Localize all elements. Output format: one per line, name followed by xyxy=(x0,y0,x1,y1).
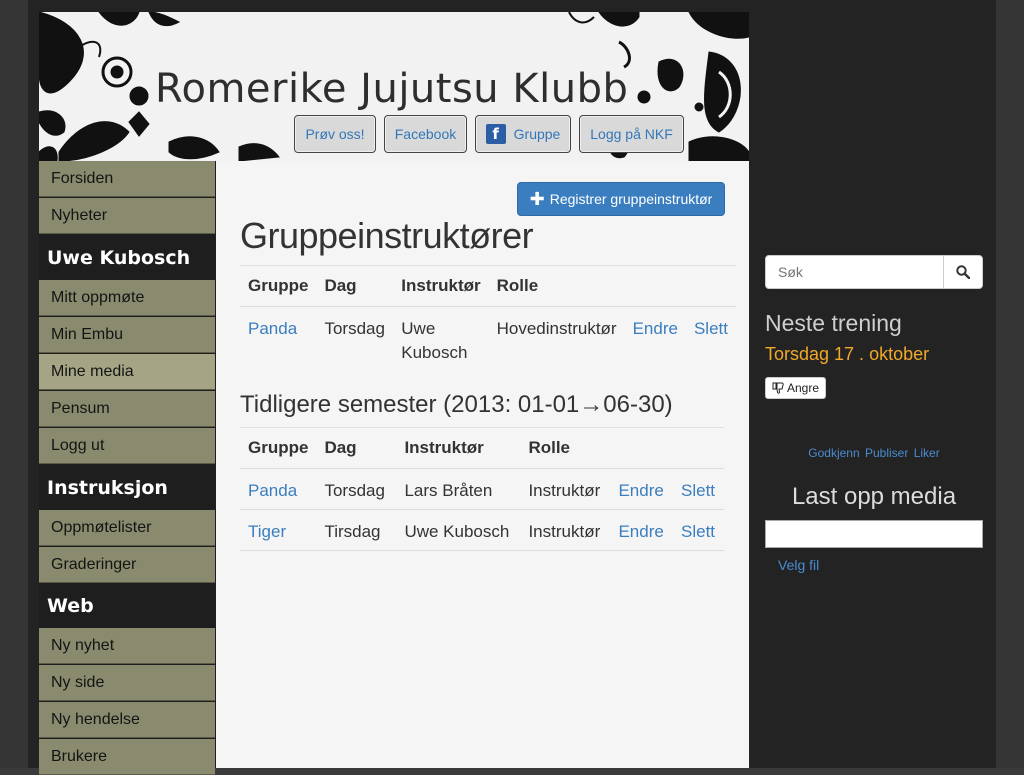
sidebar-item-brukere[interactable]: Brukere xyxy=(39,739,215,775)
try-us-label: Prøv oss! xyxy=(305,126,365,142)
sidebar-item-ny-nyhet[interactable]: Ny nyhet xyxy=(39,628,215,664)
facebook-button[interactable]: Facebook xyxy=(384,115,467,153)
search-form xyxy=(765,255,983,289)
role-cell: Instruktør xyxy=(520,509,611,551)
column-header-instruktor: Instruktør xyxy=(393,265,489,307)
table-row: Panda Torsdag Uwe Kubosch Hovedinstruktø… xyxy=(240,306,736,371)
group-link[interactable]: Tiger xyxy=(248,522,286,541)
role-cell: Hovedinstruktør xyxy=(488,306,625,371)
sidebar-item-forsiden[interactable]: Forsiden xyxy=(39,161,215,197)
group-link[interactable]: Panda xyxy=(248,319,297,338)
choose-file-button[interactable]: Velg fil xyxy=(778,557,819,573)
column-header-delete xyxy=(685,265,736,307)
column-header-gruppe: Gruppe xyxy=(240,427,317,469)
register-instructor-label: Registrer gruppeinstruktør xyxy=(549,191,713,207)
page-background-left xyxy=(0,0,28,768)
search-icon xyxy=(956,265,970,279)
publish-link[interactable]: Publiser xyxy=(865,446,908,460)
main-content: ✚ Registrer gruppeinstruktør Gruppeinstr… xyxy=(216,161,749,768)
column-header-rolle: Rolle xyxy=(488,265,625,307)
plus-icon: ✚ xyxy=(529,189,545,209)
try-us-button[interactable]: Prøv oss! xyxy=(294,115,376,153)
approve-link[interactable]: Godkjenn xyxy=(808,446,859,460)
site-header: Romerike Jujutsu Klubb Prøv oss! Faceboo… xyxy=(39,12,749,161)
role-cell: Instruktør xyxy=(520,468,611,510)
current-instructors-table: Gruppe Dag Instruktør Rolle Panda Torsda… xyxy=(240,265,736,371)
column-header-rolle: Rolle xyxy=(520,427,611,469)
instructor-cell: Lars Bråten xyxy=(396,468,521,510)
column-header-edit xyxy=(610,427,673,469)
day-cell: Torsdag xyxy=(316,306,394,371)
previous-semester-title: Tidligere semester (2013: 01-01→06-30) xyxy=(240,391,673,418)
search-input[interactable] xyxy=(765,255,944,289)
sidebar-heading-instruksjon[interactable]: Instruksjon xyxy=(39,466,215,510)
table-row: Tiger Tirsdag Uwe Kubosch Instruktør End… xyxy=(240,509,724,551)
instructor-cell: Uwe Kubosch xyxy=(396,509,521,551)
sidebar-heading-user[interactable]: Uwe Kubosch xyxy=(39,236,215,280)
upload-media-title: Last opp media xyxy=(791,483,957,510)
nkf-login-button[interactable]: Logg på NKF xyxy=(579,115,684,153)
sidebar-item-oppmotelister[interactable]: Oppmøtelister xyxy=(39,510,215,546)
day-cell: Torsdag xyxy=(316,468,397,510)
search-button[interactable] xyxy=(943,255,983,289)
column-header-gruppe: Gruppe xyxy=(240,265,317,307)
sidebar-item-min-embu[interactable]: Min Embu xyxy=(39,317,215,353)
facebook-group-button[interactable]: f Gruppe xyxy=(475,115,571,153)
sidebar-item-mine-media[interactable]: Mine media xyxy=(39,354,215,390)
undo-button[interactable]: Angre xyxy=(765,377,827,399)
table-row: Panda Torsdag Lars Bråten Instruktør End… xyxy=(240,468,724,510)
sidebar-item-mitt-oppmote[interactable]: Mitt oppmøte xyxy=(39,280,215,316)
sidebar-nav: Forsiden Nyheter Uwe Kubosch Mitt oppmøt… xyxy=(39,161,216,775)
undo-label: Angre xyxy=(787,381,820,395)
day-cell: Tirsdag xyxy=(316,509,397,551)
delete-link[interactable]: Slett xyxy=(681,481,715,500)
approval-links: Godkjenn Publiser Liker xyxy=(765,446,983,460)
edit-link[interactable]: Endre xyxy=(618,481,663,500)
like-link[interactable]: Liker xyxy=(914,446,940,460)
previous-instructors-table: Gruppe Dag Instruktør Rolle Panda Torsda… xyxy=(240,427,724,551)
nkf-login-label: Logg på NKF xyxy=(590,126,673,142)
delete-link[interactable]: Slett xyxy=(694,319,728,338)
column-header-edit xyxy=(624,265,686,307)
page-background-right xyxy=(996,0,1024,768)
sidebar-item-nyheter[interactable]: Nyheter xyxy=(39,198,215,234)
table-header-row: Gruppe Dag Instruktør Rolle xyxy=(240,265,736,307)
edit-link[interactable]: Endre xyxy=(633,319,678,338)
sidebar-item-ny-hendelse[interactable]: Ny hendelse xyxy=(39,702,215,738)
delete-link[interactable]: Slett xyxy=(681,522,715,541)
next-training-title: Neste trening xyxy=(765,310,902,336)
column-header-dag: Dag xyxy=(316,265,394,307)
sidebar-heading-web[interactable]: Web xyxy=(39,584,215,628)
facebook-label: Facebook xyxy=(394,126,457,142)
group-link[interactable]: Panda xyxy=(248,481,297,500)
register-instructor-button[interactable]: ✚ Registrer gruppeinstruktør xyxy=(517,182,725,216)
facebook-group-label: Gruppe xyxy=(513,126,561,142)
column-header-dag: Dag xyxy=(316,427,397,469)
column-header-delete xyxy=(673,427,724,469)
sidebar-item-logg-ut[interactable]: Logg ut xyxy=(39,428,215,464)
facebook-icon: f xyxy=(485,124,506,144)
column-header-instruktor: Instruktør xyxy=(396,427,521,469)
thumbs-down-icon xyxy=(772,382,784,394)
sidebar-item-ny-side[interactable]: Ny side xyxy=(39,665,215,701)
edit-link[interactable]: Endre xyxy=(618,522,663,541)
next-training-date[interactable]: Torsdag 17 . oktober xyxy=(765,344,929,365)
instructor-cell: Uwe Kubosch xyxy=(393,306,489,371)
site-title: Romerike Jujutsu Klubb xyxy=(155,66,629,112)
page-title: Gruppeinstruktører xyxy=(240,215,534,256)
sidebar-item-graderinger[interactable]: Graderinger xyxy=(39,547,215,583)
sidebar-item-pensum[interactable]: Pensum xyxy=(39,391,215,427)
table-header-row: Gruppe Dag Instruktør Rolle xyxy=(240,427,724,469)
upload-file-field[interactable] xyxy=(765,520,983,548)
